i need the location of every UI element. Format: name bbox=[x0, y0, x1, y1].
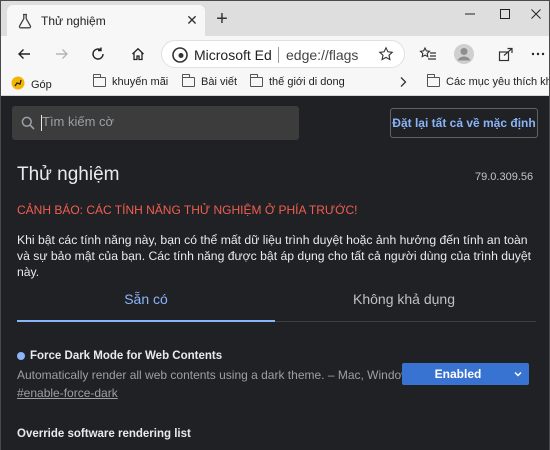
profile-button[interactable] bbox=[451, 41, 477, 67]
page-description: Khi bật các tính năng này, bạn có thể mấ… bbox=[17, 233, 532, 279]
version-label: 79.0.309.56 bbox=[475, 171, 534, 183]
home-icon bbox=[132, 47, 144, 61]
share-button[interactable] bbox=[493, 41, 519, 67]
close-tab-icon[interactable]: ✕ bbox=[183, 11, 201, 29]
arrow-right-icon bbox=[56, 49, 68, 59]
pin-icon bbox=[11, 76, 25, 93]
bookmarks-overflow-chevron-icon[interactable] bbox=[399, 76, 407, 88]
warning-text: CẢNH BÁO: CÁC TÍNH NĂNG THỬ NGHIỆM Ở PHÍ… bbox=[17, 203, 358, 217]
folder-icon bbox=[93, 74, 106, 87]
star-icon bbox=[378, 46, 394, 61]
experiment-title: Force Dark Mode for Web Contents bbox=[17, 350, 416, 362]
search-box[interactable] bbox=[12, 106, 299, 140]
bookmark-label: Các mục yêu thích khác bbox=[446, 76, 550, 88]
folder-icon bbox=[250, 74, 263, 87]
bookmark-label: thế giới di dong bbox=[269, 76, 345, 88]
experiment-description: Automatically render all web contents us… bbox=[17, 368, 416, 382]
browser-tab[interactable]: Thử nghiệm ✕ bbox=[7, 5, 205, 37]
search-input[interactable] bbox=[42, 114, 282, 129]
site-name: Microsoft Ed bbox=[194, 47, 272, 63]
select-value: Enabled bbox=[434, 367, 482, 381]
search-icon bbox=[21, 116, 35, 135]
experiment-state-select[interactable]: Enabled bbox=[402, 363, 529, 385]
experiment-link[interactable]: #enable-force-dark bbox=[17, 386, 416, 400]
address-bar[interactable]: Microsoft Ed edge://flags bbox=[161, 40, 405, 68]
tab-title: Thử nghiệm bbox=[41, 14, 106, 28]
navigation-toolbar: Microsoft Ed edge://flags bbox=[0, 36, 550, 72]
favorites-list-icon bbox=[419, 46, 436, 60]
tab-available[interactable]: Sẵn có bbox=[17, 286, 275, 322]
experiment-title: Override software rendering list bbox=[17, 428, 191, 440]
chevron-down-icon bbox=[513, 368, 523, 382]
bookmark-label: khuyến mãi bbox=[112, 76, 169, 88]
more-dots-icon bbox=[531, 52, 545, 56]
bookmark-item-the-gioi-di-dong[interactable]: thế giới di dong bbox=[250, 74, 345, 88]
url-text[interactable]: edge://flags bbox=[286, 47, 358, 63]
window-border-left bbox=[0, 0, 1, 450]
back-button[interactable] bbox=[11, 41, 37, 67]
bookmark-label: Bài viết bbox=[201, 76, 238, 88]
home-button[interactable] bbox=[125, 41, 151, 67]
menu-button[interactable] bbox=[525, 41, 550, 67]
share-icon bbox=[498, 47, 513, 62]
address-divider bbox=[278, 47, 279, 63]
tab-strip: Thử nghiệm ✕ + bbox=[0, 0, 550, 37]
flags-page: Đặt lại tất cả về mặc định Thử nghiệm 79… bbox=[0, 96, 550, 450]
bookmark-label: Góp bbox=[31, 78, 52, 91]
folder-icon bbox=[427, 74, 440, 87]
tab-unavailable[interactable]: Không khả dụng bbox=[275, 286, 533, 322]
edge-logo-icon bbox=[172, 47, 188, 68]
refresh-button[interactable] bbox=[85, 41, 111, 67]
experiment-item: Override software rendering list bbox=[17, 428, 191, 440]
experiment-title-text: Override software rendering list bbox=[17, 428, 191, 440]
bookmark-item-other-favorites[interactable]: Các mục yêu thích khác bbox=[427, 74, 550, 88]
favorites-button[interactable] bbox=[415, 41, 441, 67]
enabled-dot-icon bbox=[17, 352, 25, 360]
flask-icon bbox=[17, 13, 33, 29]
maximize-button[interactable] bbox=[490, 4, 520, 26]
page-title: Thử nghiệm bbox=[17, 164, 120, 185]
experiment-title-text: Force Dark Mode for Web Contents bbox=[30, 350, 223, 362]
bookmark-item-bai-viet[interactable]: Bài viết bbox=[182, 74, 238, 88]
forward-button[interactable] bbox=[49, 41, 75, 67]
bookmark-item-khuyen-mai[interactable]: khuyến mãi bbox=[93, 74, 169, 88]
bookmark-item-gop[interactable]: Góp bbox=[11, 76, 52, 93]
arrow-left-icon bbox=[18, 49, 30, 59]
bookmarks-bar: Góp khuyến mãi Bài viết thế giới di dong… bbox=[0, 72, 550, 96]
new-tab-button[interactable]: + bbox=[211, 9, 233, 31]
experiment-item: Force Dark Mode for Web Contents Automat… bbox=[17, 350, 416, 400]
refresh-icon bbox=[92, 47, 104, 60]
favorite-star-button[interactable] bbox=[373, 41, 399, 67]
folder-icon bbox=[182, 74, 195, 87]
reset-all-button[interactable]: Đặt lại tất cả về mặc định bbox=[390, 108, 538, 138]
minimize-button[interactable] bbox=[455, 4, 485, 26]
flags-header: Đặt lại tất cả về mặc định bbox=[0, 96, 550, 152]
close-window-button[interactable] bbox=[521, 4, 550, 26]
flags-tabs: Sẵn có Không khả dụng bbox=[17, 286, 536, 322]
avatar-icon bbox=[454, 44, 474, 64]
